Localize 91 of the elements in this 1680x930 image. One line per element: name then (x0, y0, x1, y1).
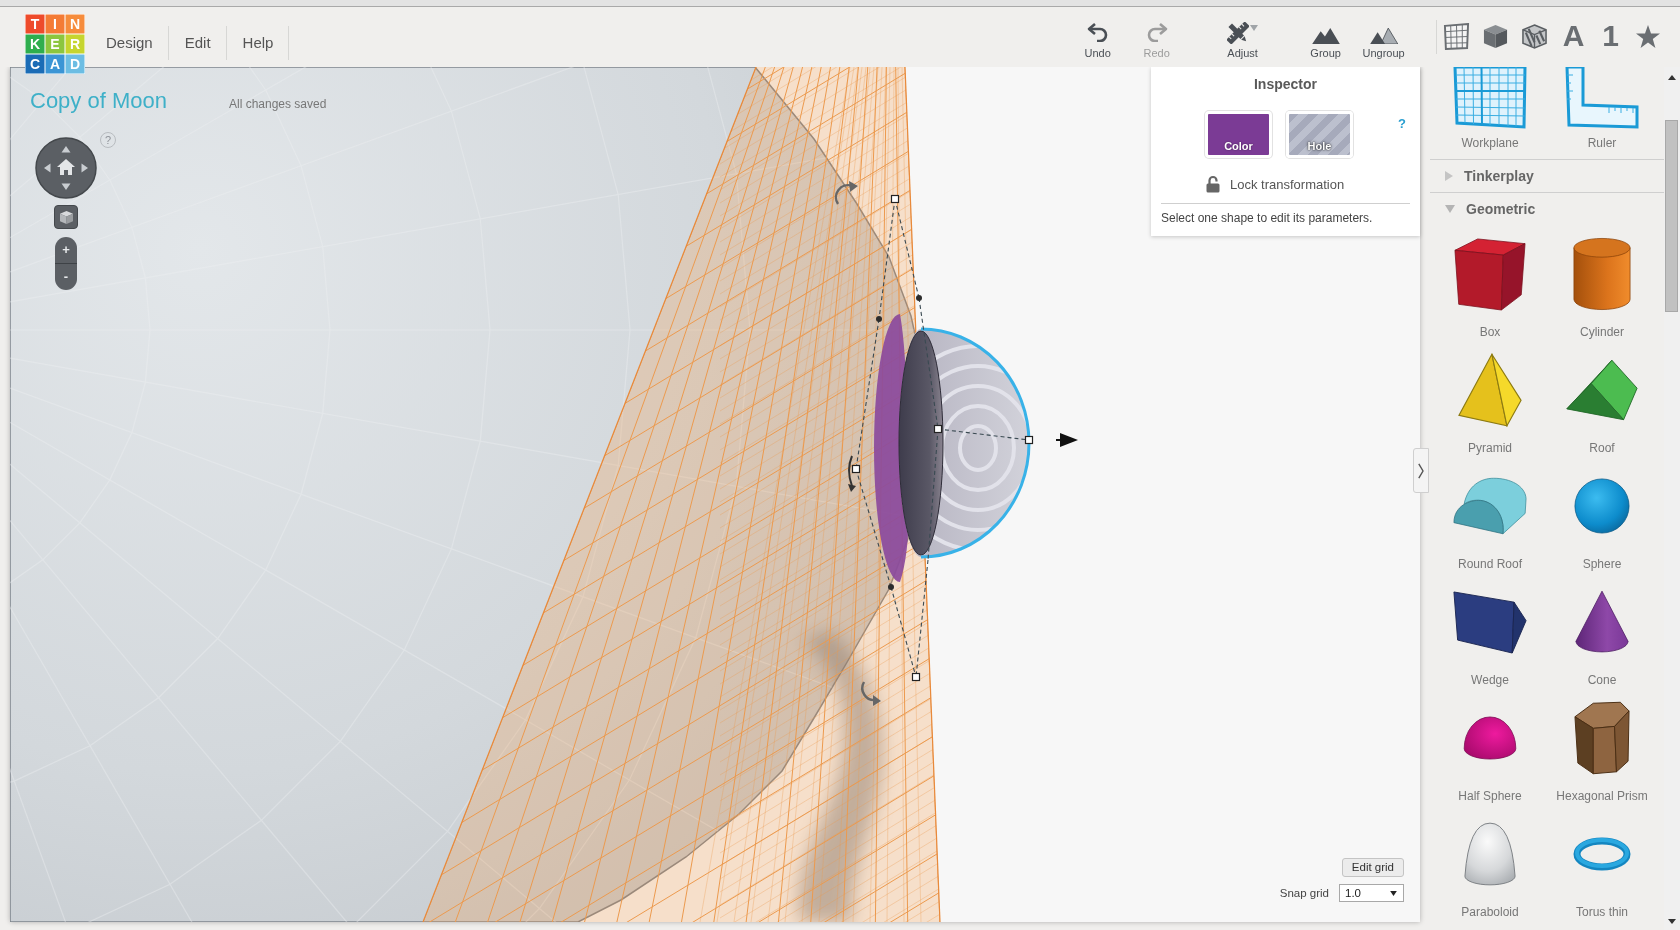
color-button[interactable]: Color (1205, 111, 1272, 158)
menu-item[interactable]: Design (90, 33, 168, 53)
logo-tile: R (65, 34, 85, 54)
ungroup-button[interactable]: Ungroup (1354, 18, 1413, 60)
rotate-arrow-icon[interactable] (848, 455, 856, 492)
category-button[interactable]: 1 (1593, 20, 1628, 52)
ruler-pencil-icon (1227, 22, 1250, 44)
logo-tile: T (25, 14, 45, 34)
cube-icon (1454, 237, 1526, 311)
home-icon[interactable] (57, 159, 75, 175)
scrollbar-thumb[interactable] (1665, 120, 1678, 312)
shape-item[interactable]: Pyramid (1434, 341, 1546, 457)
shape-item[interactable]: Box (1434, 225, 1546, 341)
striped-cube-icon[interactable] (1521, 23, 1547, 49)
sphere-icon (1574, 478, 1630, 534)
pyramid-icon (1458, 353, 1522, 427)
panel-toggle-tab[interactable] (1413, 448, 1429, 493)
shape-item[interactable]: Paraboloid (1434, 805, 1546, 921)
cylinder-icon (1573, 237, 1631, 311)
scroll-up-icon[interactable] (1668, 75, 1676, 80)
scroll-down-icon[interactable] (1668, 919, 1676, 924)
dome-icon (1463, 716, 1517, 760)
arrow-up-icon[interactable] (61, 146, 71, 153)
chevron-right-icon (1418, 462, 1424, 479)
prism-icon (1566, 359, 1638, 421)
resize-handle[interactable] (1024, 435, 1034, 445)
shape-item[interactable]: Cone (1546, 573, 1658, 689)
ruler-icon (1565, 67, 1639, 129)
redo-icon (1145, 22, 1168, 42)
shape-item[interactable]: Hexagonal Prism (1546, 689, 1658, 805)
edge-handle[interactable] (916, 295, 922, 301)
snap-grid-select[interactable]: 1.0 (1339, 884, 1404, 902)
mountains-icon (1311, 27, 1340, 44)
orbit-pad[interactable] (35, 137, 97, 199)
logo-tile: K (25, 34, 45, 54)
menu-item[interactable]: Help (226, 33, 289, 53)
grid-icon[interactable] (1442, 22, 1470, 50)
inspector-hint: Select one shape to edit its parameters. (1161, 211, 1374, 226)
paraboloid-icon (1463, 822, 1517, 886)
group-button[interactable]: Group (1296, 18, 1355, 60)
arrow-right-icon[interactable] (81, 163, 88, 173)
logo-tile: N (65, 14, 85, 34)
undo-icon (1086, 22, 1109, 42)
save-status: All changes saved (228, 97, 327, 111)
help-link[interactable]: ? (1398, 116, 1406, 131)
shape-item[interactable]: Round Roof (1434, 457, 1546, 573)
resize-handle[interactable] (851, 464, 861, 474)
logo-tile: D (65, 54, 85, 74)
view-cube-button[interactable] (54, 205, 78, 229)
resize-handle[interactable] (890, 194, 900, 204)
cube-icon[interactable] (1482, 23, 1508, 49)
move-arrow-icon[interactable] (1055, 433, 1078, 447)
menu-item[interactable]: Edit (168, 33, 226, 53)
lock-toggle[interactable]: Lock transformation (1206, 174, 1345, 194)
star-icon[interactable] (1635, 24, 1660, 48)
category-button[interactable]: A (1553, 20, 1594, 52)
snap-grid-label: Snap grid (1279, 887, 1329, 899)
undo-button[interactable]: Undo (1068, 18, 1127, 60)
logo-tile: E (45, 34, 65, 54)
zoom-in-button[interactable]: + (55, 237, 77, 264)
shape-item[interactable]: Cylinder (1546, 225, 1658, 341)
hexagonal-prism-icon (1574, 701, 1630, 775)
arrow-left-icon[interactable] (44, 163, 51, 173)
logo-tile: I (45, 14, 65, 34)
edit-grid-button[interactable]: Edit grid (1341, 858, 1404, 877)
zoom-out-button[interactable]: - (55, 264, 77, 290)
shape-item[interactable]: Wedge (1434, 573, 1546, 689)
shape-item[interactable]: Torus thin (1546, 805, 1658, 921)
split-mountains-icon (1369, 27, 1398, 44)
logo-tile: A (45, 54, 65, 74)
caret-icon (1250, 25, 1259, 31)
wedge-icon (1453, 590, 1527, 654)
edge-handle[interactable] (876, 316, 882, 322)
cube-icon (59, 210, 73, 224)
ring-icon (1573, 837, 1631, 871)
helper-item[interactable]: Workplane (1434, 67, 1546, 159)
workplane-icon (1452, 67, 1528, 129)
cone-icon (1575, 590, 1629, 654)
helper-item[interactable]: Ruler (1546, 67, 1658, 159)
shape-item[interactable]: Roof (1546, 341, 1658, 457)
shape-item[interactable]: Sphere (1546, 457, 1658, 573)
resize-handle[interactable] (911, 672, 921, 682)
edge-handle[interactable] (888, 584, 894, 590)
caret-down-icon (1390, 890, 1397, 896)
half-cylinder-icon (1453, 476, 1527, 536)
resize-handle[interactable] (933, 424, 943, 434)
arrow-down-icon[interactable] (61, 183, 71, 190)
shape-item[interactable]: Half Sphere (1434, 689, 1546, 805)
adjust-button[interactable]: Adjust (1213, 18, 1272, 60)
inspector-title: Inspector (1253, 75, 1318, 93)
logo-tile: C (25, 54, 45, 74)
